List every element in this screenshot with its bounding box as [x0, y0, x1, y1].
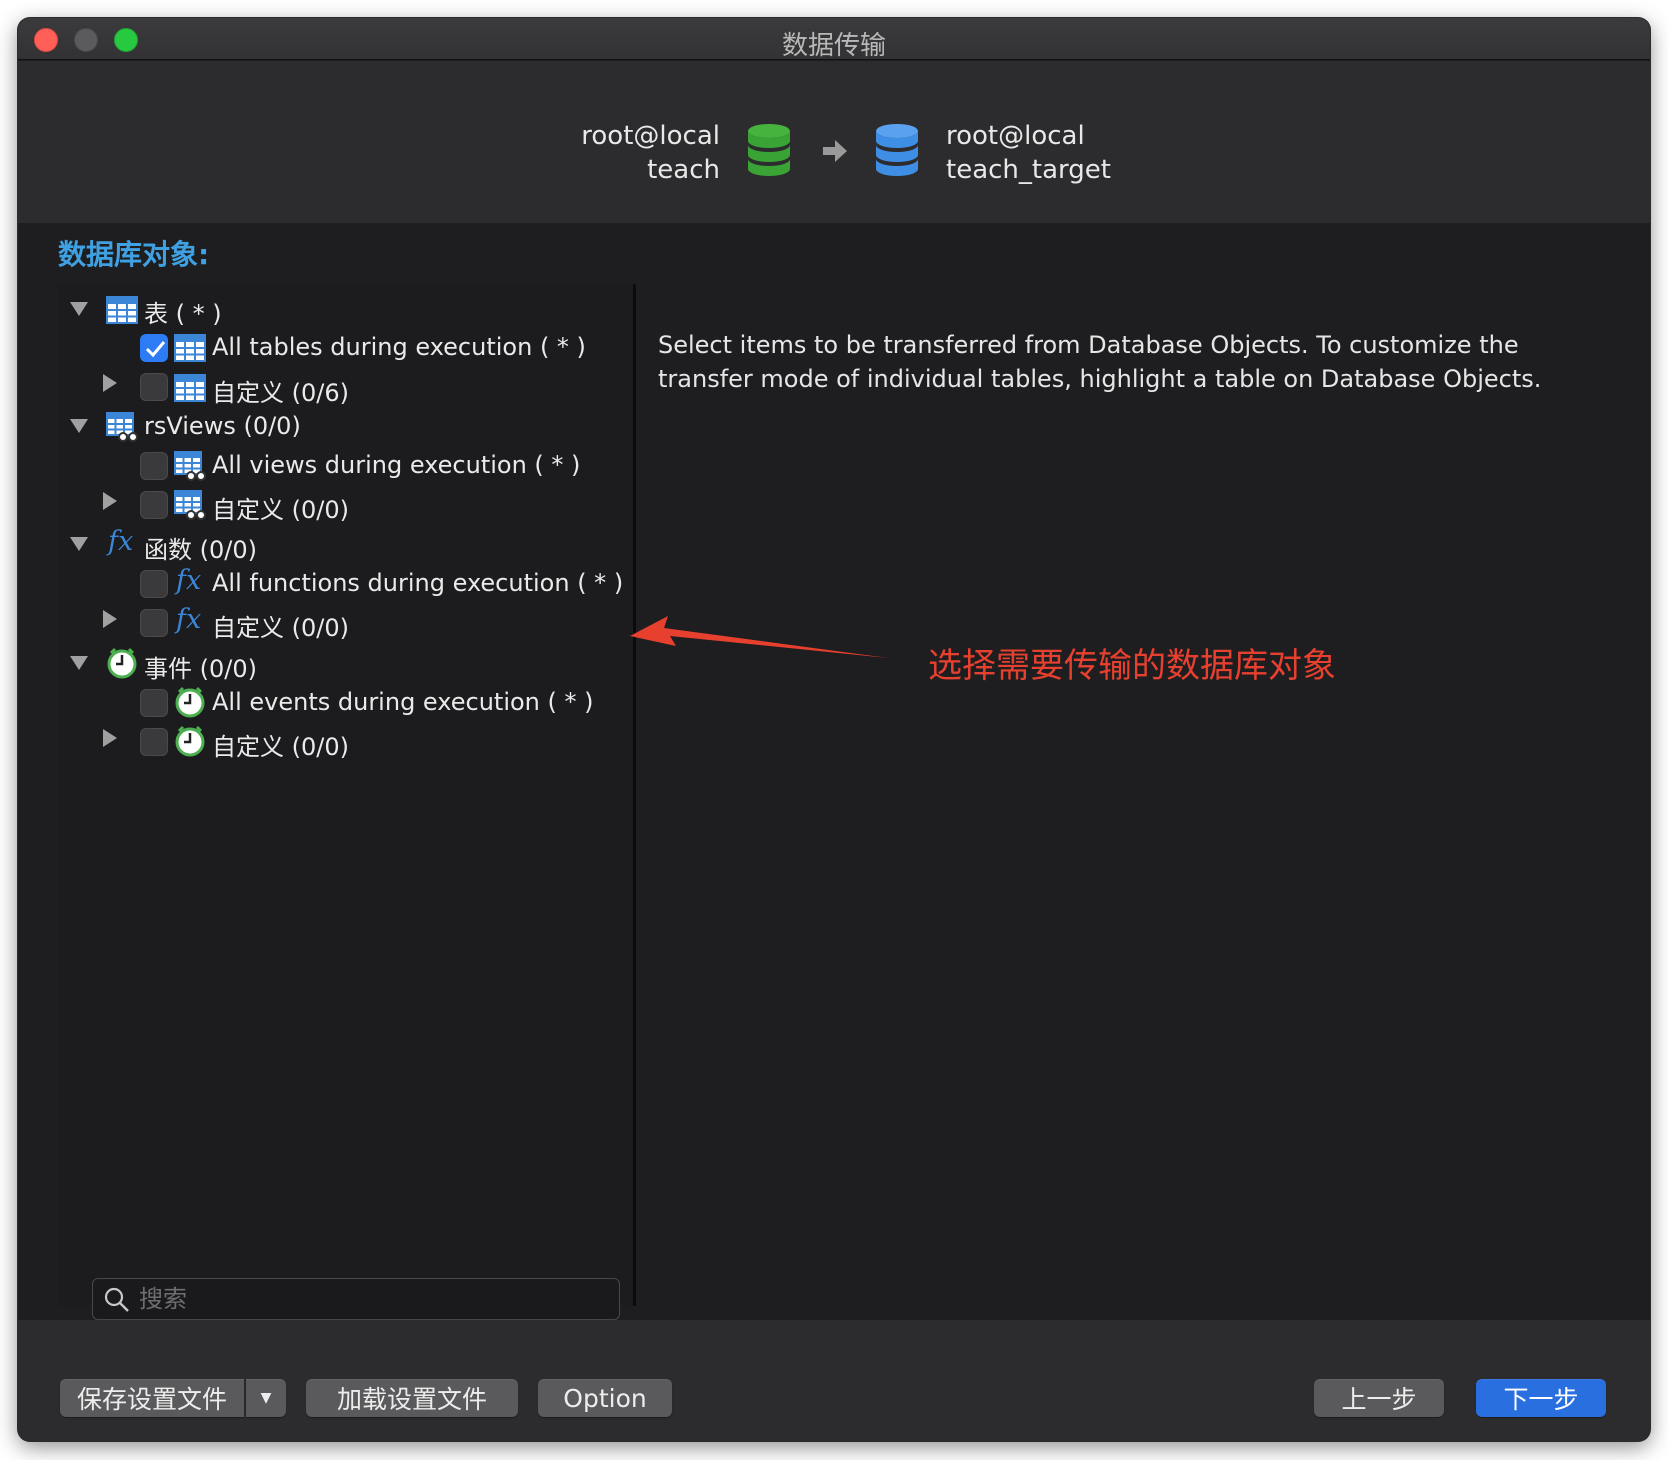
- chevron-down-icon: ▼: [260, 1390, 272, 1406]
- custom-tables-disclosure-triangle[interactable]: [103, 374, 117, 392]
- all-views-checkbox[interactable]: [140, 452, 168, 480]
- load-profile-button[interactable]: 加载设置文件: [306, 1379, 518, 1417]
- view-icon: [174, 490, 206, 520]
- target-connection: root@local teach_target: [946, 119, 1111, 187]
- all-functions-checkbox[interactable]: [140, 570, 168, 598]
- database-objects-tree: 表 ( * ) All tables during execution ( * …: [58, 284, 636, 1306]
- function-icon: fx: [108, 526, 134, 557]
- views-group-label[interactable]: rsViews (0/0): [144, 412, 301, 440]
- custom-functions-label[interactable]: 自定义 (0/0): [212, 608, 349, 643]
- table-icon: [106, 296, 138, 324]
- events-group-label[interactable]: 事件 (0/0): [144, 649, 257, 684]
- custom-functions-checkbox[interactable]: [140, 609, 168, 637]
- search-input[interactable]: [139, 1283, 609, 1315]
- events-disclosure-triangle[interactable]: [70, 656, 88, 670]
- next-step-button[interactable]: 下一步: [1476, 1379, 1606, 1417]
- all-tables-label[interactable]: All tables during execution ( * ): [212, 333, 586, 361]
- title-bar: 数据传输: [18, 18, 1650, 61]
- custom-views-label[interactable]: 自定义 (0/0): [212, 490, 349, 525]
- all-tables-checkbox[interactable]: [140, 334, 168, 362]
- views-disclosure-triangle[interactable]: [70, 419, 88, 433]
- save-profile-dropdown-button[interactable]: ▼: [246, 1379, 286, 1417]
- database-objects-label: 数据库对象:: [58, 238, 210, 271]
- custom-views-disclosure-triangle[interactable]: [103, 492, 117, 510]
- previous-step-button[interactable]: 上一步: [1314, 1379, 1444, 1417]
- custom-events-checkbox[interactable]: [140, 728, 168, 756]
- custom-functions-disclosure-triangle[interactable]: [103, 610, 117, 628]
- window-title: 数据传输: [781, 31, 886, 61]
- custom-events-label[interactable]: 自定义 (0/0): [212, 727, 349, 762]
- right-arrow-icon: [823, 140, 847, 162]
- functions-group-label[interactable]: 函数 (0/0): [144, 530, 257, 565]
- tables-disclosure-triangle[interactable]: [70, 302, 88, 316]
- search-icon: [104, 1287, 129, 1312]
- database-blue-icon: [876, 124, 918, 176]
- functions-disclosure-triangle[interactable]: [70, 537, 88, 551]
- source-database: teach: [647, 155, 720, 185]
- function-icon: fx: [176, 604, 202, 635]
- annotation-arrow-icon: [630, 616, 888, 658]
- data-transfer-window: 数据传输 root@local teach root@local teach_t…: [18, 18, 1650, 1441]
- checkmark-icon: [145, 341, 166, 358]
- connection-header: root@local teach root@local teach_target: [18, 61, 1650, 223]
- function-icon: fx: [176, 565, 202, 596]
- source-server: root@local: [581, 121, 720, 151]
- annotation-text: 选择需要传输的数据库对象: [928, 646, 1336, 686]
- view-icon: [106, 412, 138, 442]
- view-icon: [174, 451, 206, 481]
- source-connection: root@local teach: [581, 119, 720, 187]
- table-icon: [174, 334, 206, 362]
- search-field[interactable]: [92, 1278, 620, 1320]
- custom-tables-label[interactable]: 自定义 (0/6): [212, 373, 349, 408]
- target-database: teach_target: [946, 155, 1111, 185]
- clock-icon: [107, 647, 137, 679]
- custom-tables-checkbox[interactable]: [140, 373, 168, 401]
- database-green-icon: [748, 124, 790, 176]
- tables-group-label[interactable]: 表 ( * ): [144, 294, 222, 329]
- option-button[interactable]: Option: [538, 1379, 672, 1417]
- table-icon: [174, 374, 206, 402]
- all-views-label[interactable]: All views during execution ( * ): [212, 451, 580, 479]
- target-server: root@local: [946, 121, 1085, 151]
- footer-bar: 保存设置文件 ▼ 加载设置文件 Option 上一步 下一步: [18, 1320, 1650, 1441]
- custom-views-checkbox[interactable]: [140, 491, 168, 519]
- all-events-label[interactable]: All events during execution ( * ): [212, 688, 594, 716]
- custom-events-disclosure-triangle[interactable]: [103, 729, 117, 747]
- help-description: Select items to be transferred from Data…: [658, 331, 1542, 393]
- clock-icon: [175, 725, 205, 757]
- all-functions-label[interactable]: All functions during execution ( * ): [212, 569, 623, 597]
- clock-icon: [175, 686, 205, 718]
- save-profile-button[interactable]: 保存设置文件: [60, 1379, 244, 1417]
- all-events-checkbox[interactable]: [140, 689, 168, 717]
